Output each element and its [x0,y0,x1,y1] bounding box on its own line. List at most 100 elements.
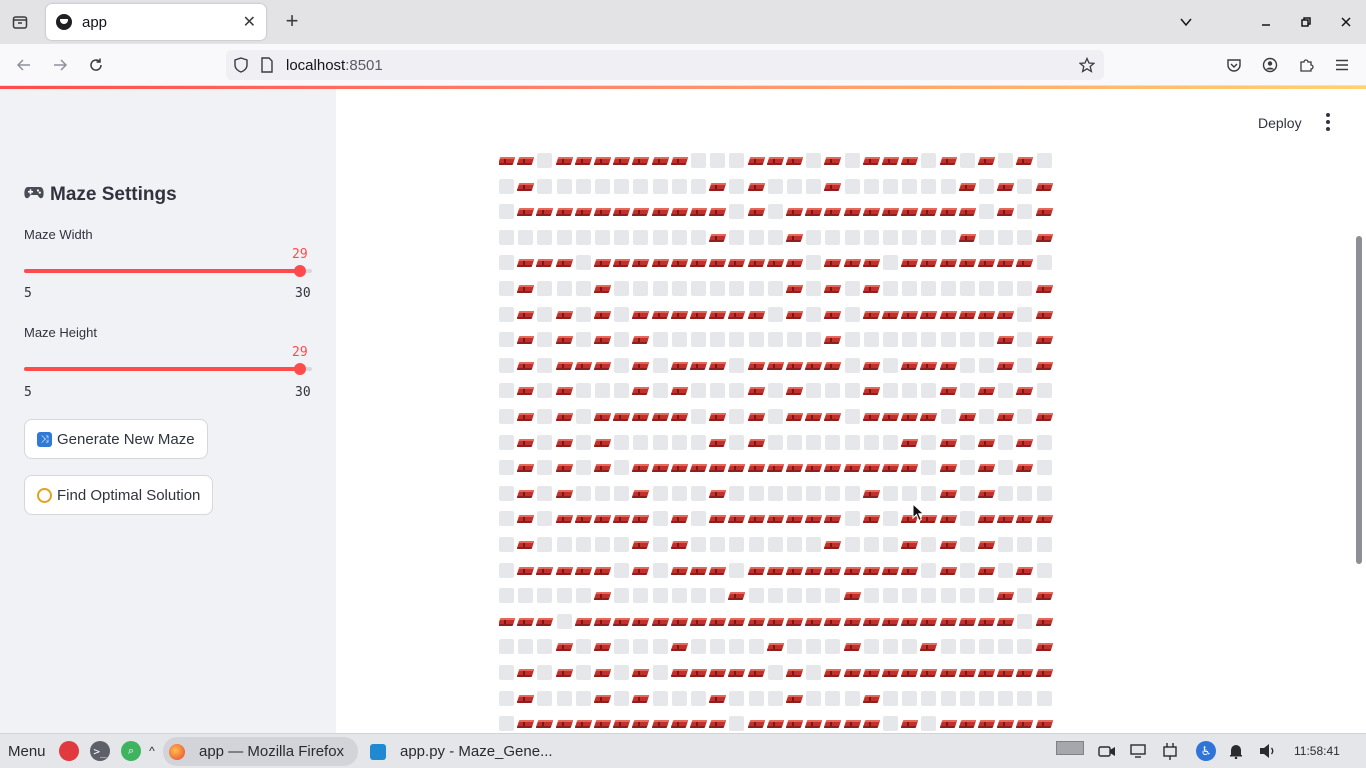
more-options-icon[interactable] [1320,111,1336,133]
maze-path-cell [768,383,783,398]
browser-tab[interactable]: app ✕ [46,4,266,40]
pocket-icon[interactable] [1222,53,1246,77]
brick-icon [518,435,533,450]
maze-path-cell [653,383,668,398]
maze-path-cell [825,383,840,398]
account-icon[interactable] [1258,53,1282,77]
maze-path-cell [614,230,629,245]
maze-path-cell [921,332,936,347]
deploy-button[interactable]: Deploy [1258,115,1302,131]
close-tab-icon[interactable]: ✕ [243,12,256,32]
reload-icon[interactable] [84,53,108,77]
tab-overflow-chevron-icon[interactable] [1174,10,1198,34]
maze-path-cell [845,358,860,373]
search-app-icon[interactable]: ⌕ [121,741,141,761]
brick-icon [902,537,917,552]
brick-icon [672,255,687,270]
url-text: localhost:8501 [286,56,383,74]
accessibility-icon[interactable]: ♿ [1196,741,1216,761]
scrollbar[interactable] [1356,236,1362,564]
maze-path-cell [806,307,821,322]
shield-icon[interactable] [232,56,250,74]
forward-arrow-icon[interactable] [48,53,72,77]
back-arrow-icon[interactable] [12,53,36,77]
maze-path-cell [864,537,879,552]
brick-icon [710,691,725,706]
chevron-up-icon[interactable]: ^ [146,741,158,761]
brick-icon [653,460,668,475]
brick-icon [710,460,725,475]
find-solution-button[interactable]: Find Optimal Solution [24,475,214,515]
brick-icon [749,358,764,373]
maze-path-cell [921,281,936,296]
brick-icon [960,409,975,424]
brick-icon [595,563,610,578]
brick-icon [845,639,860,654]
brick-icon [883,204,898,219]
restore-icon[interactable] [1294,10,1318,34]
brick-icon [595,332,610,347]
maze-height-slider-thumb[interactable] [294,363,306,375]
maze-path-cell [787,537,802,552]
display-icon[interactable] [1130,741,1146,761]
brick-icon [787,230,802,245]
notification-bell-icon[interactable] [1228,741,1244,761]
vscode-taskbar-item[interactable]: app.py - Maze_Gene... [364,737,564,766]
minimize-icon[interactable] [1254,10,1278,34]
maze-height-slider[interactable] [24,363,312,375]
close-window-icon[interactable] [1334,10,1358,34]
app-launcher-red-icon[interactable] [59,741,79,761]
start-menu-button[interactable]: Menu [8,743,46,760]
maze-path-cell [633,179,648,194]
brick-icon [787,383,802,398]
maze-path-cell [653,179,668,194]
brick-icon [749,716,764,731]
maze-path-cell [729,179,744,194]
bookmark-star-icon[interactable] [1078,56,1096,74]
brick-icon [595,588,610,603]
new-tab-icon[interactable]: + [280,10,304,34]
brick-icon [864,204,879,219]
firefox-taskbar-item[interactable]: app — Mozilla Firefox [163,737,358,766]
hamburger-menu-icon[interactable] [1330,53,1354,77]
brick-icon [998,665,1013,680]
brick-icon [979,435,994,450]
maze-path-cell [672,179,687,194]
brick-icon [902,435,917,450]
brick-icon [864,409,879,424]
maze-path-cell [921,383,936,398]
maze-path-cell [537,383,552,398]
maze-path-cell [845,409,860,424]
extensions-icon[interactable] [1294,53,1318,77]
camera-icon[interactable] [1098,741,1116,761]
brick-icon [633,409,648,424]
maze-path-cell [691,588,706,603]
workspace-switcher-icon[interactable] [1056,741,1084,755]
maze-path-cell [979,204,994,219]
tab-list-icon[interactable] [8,10,32,34]
brick-icon [729,614,744,629]
maze-path-cell [595,230,610,245]
brick-icon [710,255,725,270]
maze-path-cell [499,409,514,424]
brick-icon [825,716,840,731]
maze-path-cell [499,307,514,322]
maze-path-cell [921,716,936,731]
brick-icon [710,230,725,245]
brick-icon [998,255,1013,270]
volume-icon[interactable] [1259,741,1277,761]
maze-path-cell [537,409,552,424]
power-plug-icon[interactable] [1161,741,1183,761]
generate-maze-button[interactable]: ⤨ Generate New Maze [24,419,208,459]
brick-icon [864,691,879,706]
maze-path-cell [729,639,744,654]
url-bar[interactable]: localhost:8501 [226,50,1104,80]
maze-width-slider[interactable] [24,265,312,277]
maze-path-cell [729,281,744,296]
maze-path-cell [614,435,629,450]
page-info-icon[interactable] [258,56,276,74]
maze-path-cell [1017,332,1032,347]
maze-width-slider-thumb[interactable] [294,265,306,277]
terminal-icon[interactable]: >_ [90,741,110,761]
maze-path-cell [921,179,936,194]
